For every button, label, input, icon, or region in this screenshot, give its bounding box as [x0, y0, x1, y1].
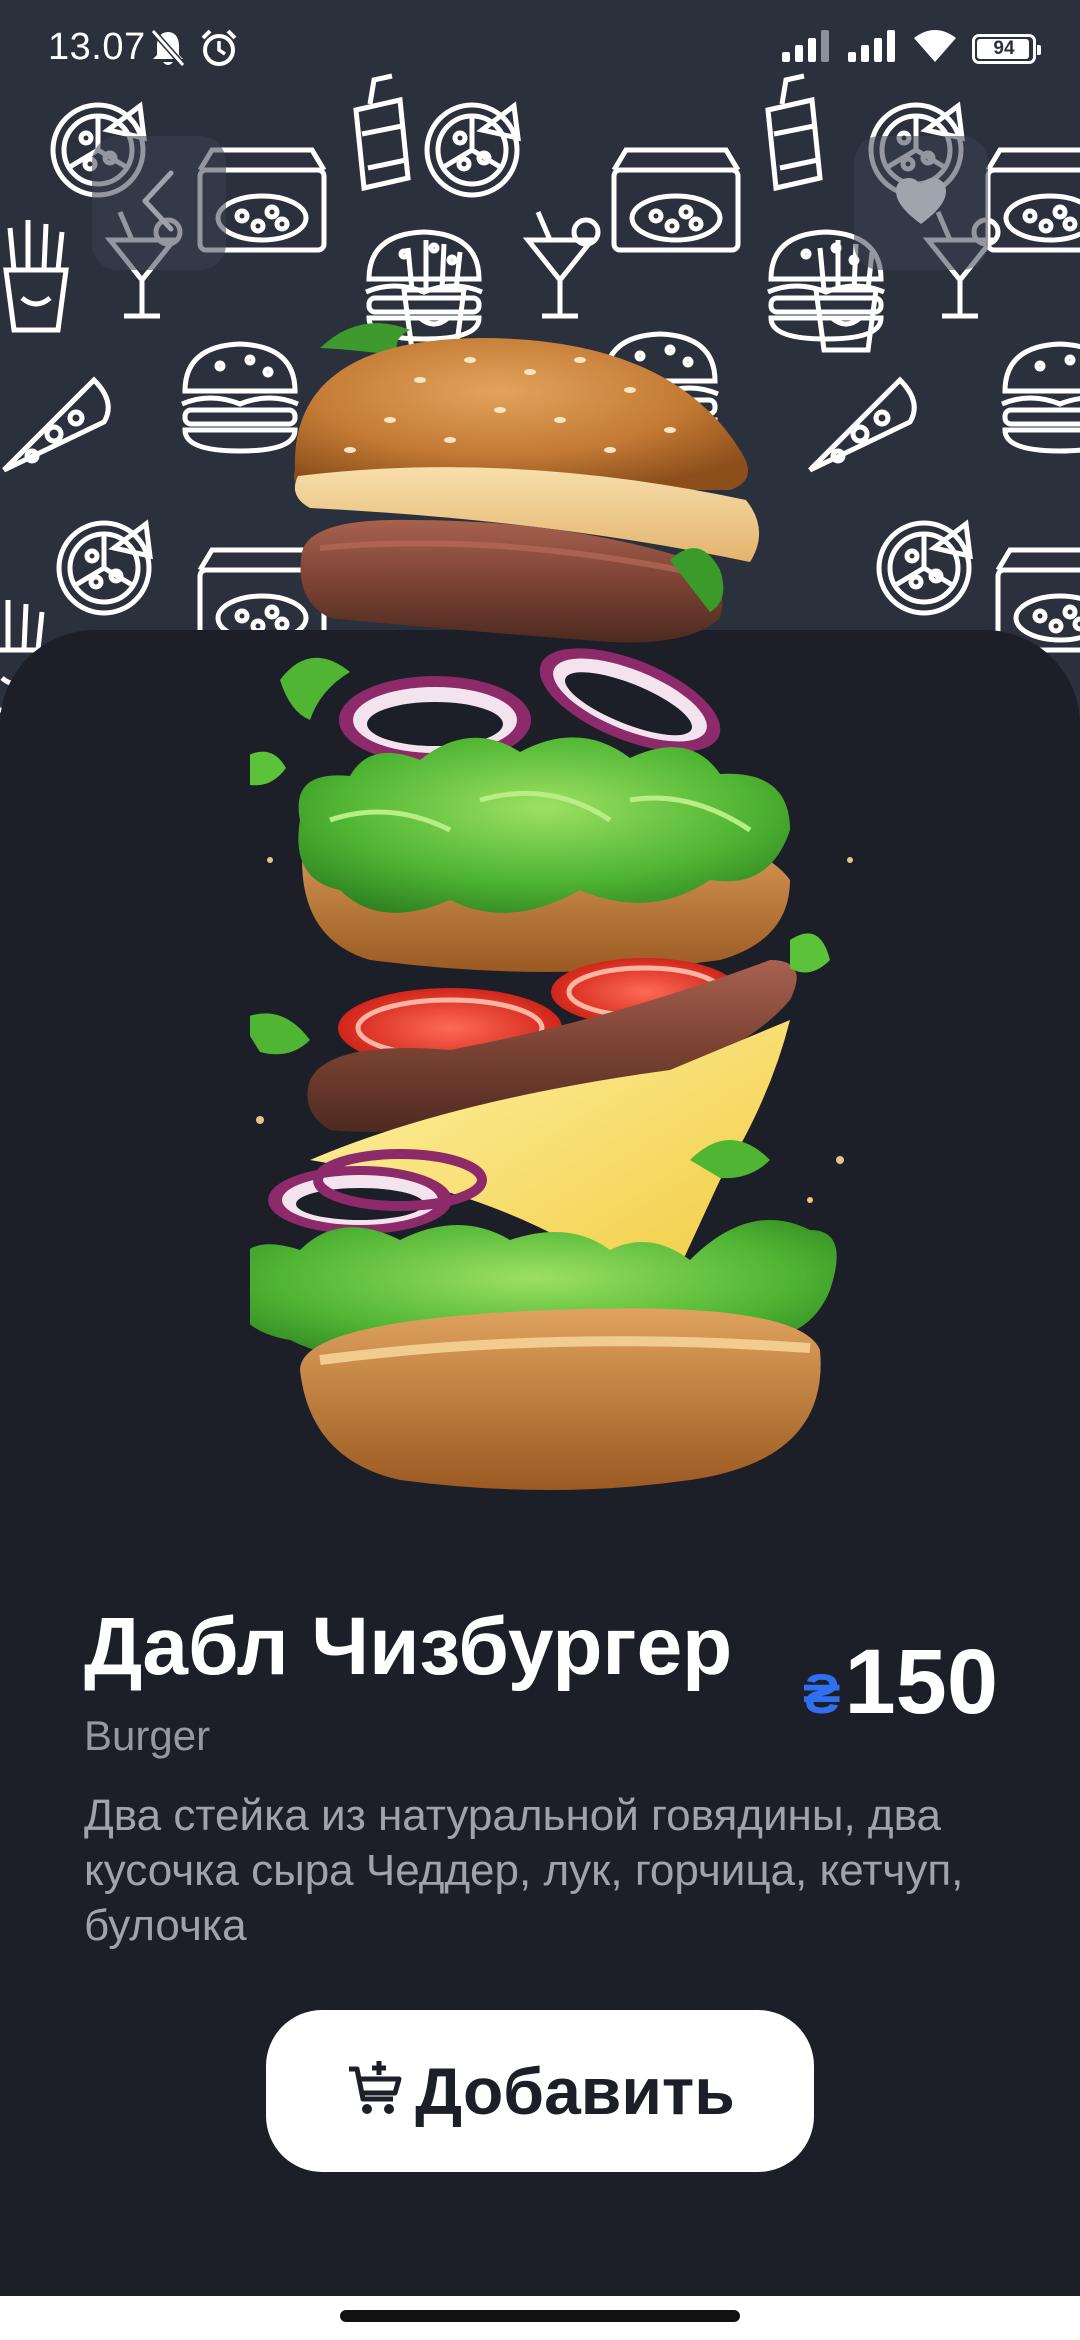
- wifi-icon: [914, 30, 956, 67]
- alarm-icon: [200, 28, 238, 73]
- heart-icon: [894, 176, 948, 231]
- product-screen: 13.07 94 Дабл Чизбургер ₴ 150 Burger Два…: [0, 0, 1080, 2340]
- status-left-icons: [150, 28, 238, 73]
- signal-icon: [848, 30, 898, 67]
- home-indicator[interactable]: [340, 2310, 740, 2322]
- status-bar: 13.07 94: [0, 0, 1080, 100]
- product-price: ₴ 150: [803, 1630, 998, 1735]
- favorite-button[interactable]: [854, 136, 988, 270]
- back-button[interactable]: [92, 136, 226, 270]
- add-to-cart-label: Добавить: [415, 2054, 735, 2128]
- product-description: Два стейка из натуральной говядины, два …: [84, 1791, 964, 1950]
- price-currency: ₴: [803, 1662, 841, 1725]
- battery-icon: 94: [972, 33, 1041, 64]
- signal-icon: [782, 30, 832, 67]
- battery-level: 94: [993, 37, 1015, 59]
- status-time: 13.07: [48, 26, 146, 68]
- cart-add-icon: [345, 2059, 405, 2124]
- status-right-icons: 94: [782, 30, 1041, 67]
- product-title: Дабл Чизбургер: [84, 1601, 733, 1692]
- burger-image: [230, 300, 890, 1500]
- product-category: Burger: [84, 1712, 211, 1759]
- bell-off-icon: [150, 28, 186, 73]
- add-to-cart-button[interactable]: Добавить: [266, 2010, 814, 2172]
- chevron-left-icon: [139, 169, 179, 238]
- price-value: 150: [844, 1631, 999, 1733]
